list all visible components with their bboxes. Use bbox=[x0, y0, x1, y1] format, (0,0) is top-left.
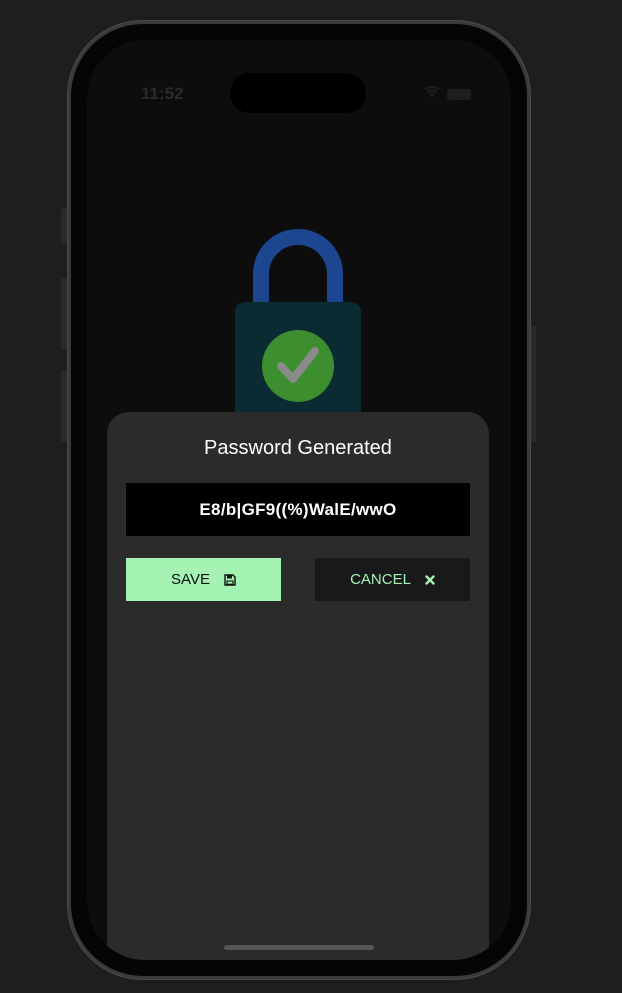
dialog-title: Password Generated bbox=[204, 437, 392, 459]
battery-icon bbox=[447, 88, 471, 100]
dynamic-island bbox=[230, 73, 366, 113]
generated-password: E8/b|GF9((%)WalE/wwO bbox=[199, 499, 397, 519]
save-label: SAVE bbox=[171, 571, 210, 588]
password-dialog: Password Generated E8/b|GF9((%)WalE/wwO … bbox=[107, 412, 489, 960]
status-time: 11:52 bbox=[141, 84, 184, 103]
home-indicator[interactable] bbox=[224, 945, 374, 950]
phone-bezel: 11:52 Password Generated E8/b|GF9((%)Wal… bbox=[71, 24, 527, 976]
x-icon bbox=[425, 574, 435, 585]
phone-screen: 11:52 Password Generated E8/b|GF9((%)Wal… bbox=[87, 40, 511, 960]
cancel-button[interactable]: CANCEL bbox=[315, 558, 470, 601]
wifi-icon bbox=[423, 85, 441, 103]
password-display: E8/b|GF9((%)WalE/wwO bbox=[126, 483, 470, 536]
floppy-disk-icon bbox=[224, 573, 236, 586]
save-button[interactable]: SAVE bbox=[126, 558, 281, 601]
cancel-label: CANCEL bbox=[350, 571, 411, 588]
lock-check-icon bbox=[235, 226, 361, 422]
phone-frame: 11:52 Password Generated E8/b|GF9((%)Wal… bbox=[67, 20, 531, 980]
status-icons bbox=[423, 85, 471, 103]
